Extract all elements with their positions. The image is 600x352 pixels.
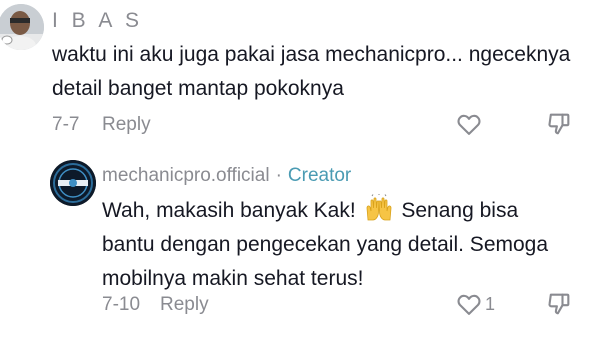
reply-button[interactable]: Reply [102, 114, 151, 136]
reply-username-line: mechanicpro.official · Creator [102, 165, 351, 187]
like-count: 1 [485, 294, 496, 314]
comment-username[interactable]: I B A S [52, 9, 143, 33]
heart-outline-icon[interactable] [455, 290, 483, 318]
avatar[interactable] [0, 4, 44, 50]
reply-text-start: Wah, makasih banyak Kak! [102, 199, 356, 222]
reply-text: Wah, makasih banyak Kak! Senang bisa ban… [102, 194, 572, 296]
separator: · [275, 165, 282, 186]
heart-outline-icon[interactable] [455, 110, 483, 138]
comment-date: 7-7 [52, 114, 80, 135]
reply-username[interactable]: mechanicpro.official [102, 165, 270, 186]
creator-badge: Creator [287, 165, 352, 186]
thumbs-down-outline-icon[interactable] [545, 290, 573, 318]
reply-button[interactable]: Reply [160, 294, 209, 316]
comment-text: waktu ini aku juga pakai jasa mechanicpr… [52, 43, 571, 100]
reply-date: 7-10 [102, 294, 141, 315]
avatar[interactable] [50, 160, 96, 206]
thumbs-down-outline-icon[interactable] [545, 110, 573, 138]
raising-hands-emoji-icon [364, 194, 394, 222]
